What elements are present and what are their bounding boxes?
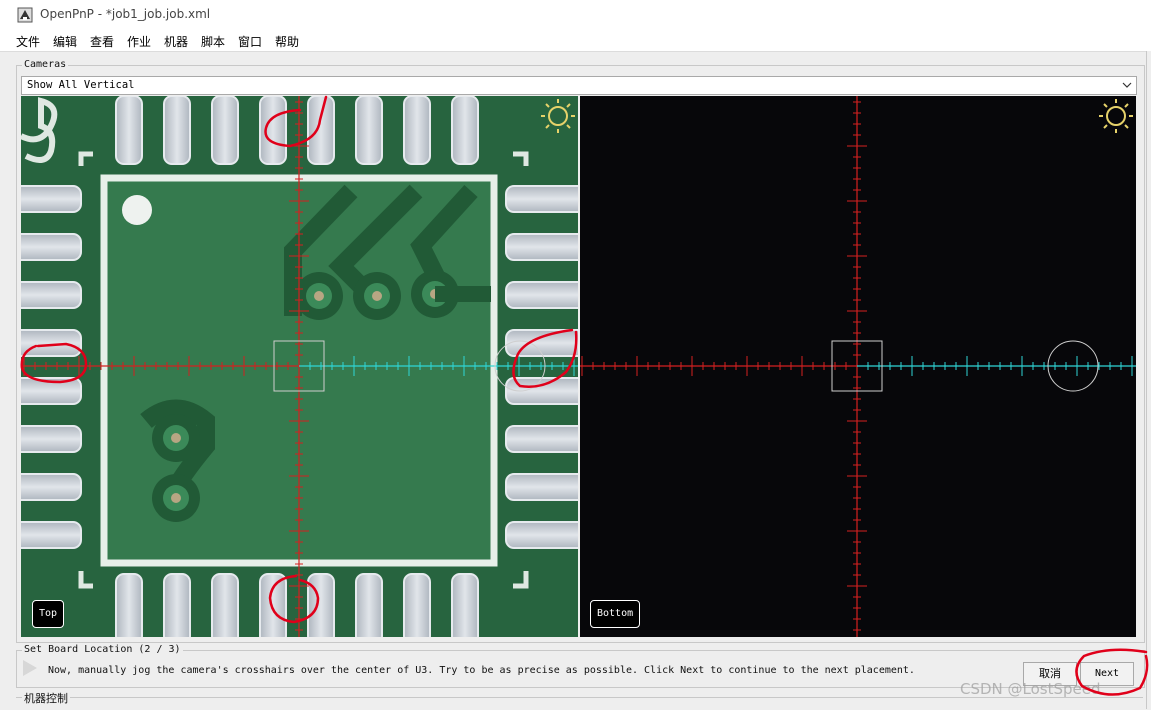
menu-job[interactable]: 作业	[127, 33, 151, 50]
menu-window[interactable]: 窗口	[238, 33, 262, 50]
bottom-camera-view[interactable]	[580, 96, 1136, 637]
top-camera-view[interactable]	[21, 96, 578, 637]
menu-file[interactable]: 文件	[16, 33, 40, 50]
top-camera-label: Top	[32, 600, 65, 628]
menu-bar: 文件 编辑 查看 作业 机器 脚本 窗口 帮助	[0, 30, 1151, 51]
machine-controls-legend: 机器控制	[22, 690, 70, 706]
menu-edit[interactable]: 编辑	[53, 33, 77, 50]
watermark: CSDN @LostSpeed	[960, 680, 1101, 698]
title-bar: OpenPnP - *job1_job.job.xml	[0, 0, 1151, 30]
wizard-instructions: Now, manually jog the camera's crosshair…	[48, 665, 915, 676]
menu-view[interactable]: 查看	[90, 33, 114, 50]
bottom-camera-label: Bottom	[590, 600, 641, 628]
menu-help[interactable]: 帮助	[275, 33, 299, 50]
wizard-legend: Set Board Location (2 / 3)	[22, 644, 183, 655]
camera-view-mode-select[interactable]: Show All Vertical	[21, 76, 1137, 95]
window-right-edge	[1146, 51, 1151, 709]
menu-scripts[interactable]: 脚本	[201, 33, 225, 50]
arrow-right-icon	[23, 660, 37, 676]
cameras-legend: Cameras	[22, 59, 69, 70]
openpnp-app-icon	[17, 7, 33, 23]
window-title: OpenPnP - *job1_job.job.xml	[40, 7, 211, 21]
camera-view-mode-value: Show All Vertical	[27, 79, 135, 91]
menu-machine[interactable]: 机器	[164, 33, 188, 50]
